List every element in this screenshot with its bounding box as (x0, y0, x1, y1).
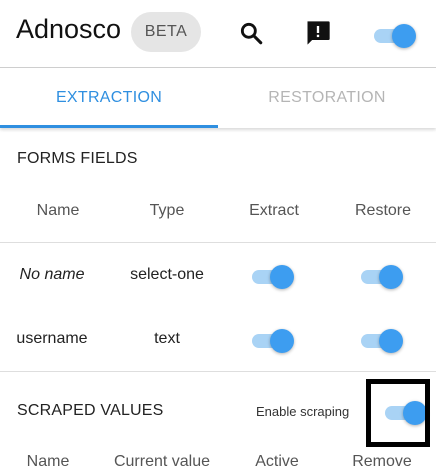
active-tab-indicator (0, 125, 218, 128)
enable-scraping-label: Enable scraping (256, 404, 350, 419)
app-header: Adnosco BETA (0, 0, 436, 68)
toggle-thumb (379, 265, 403, 289)
toggle-thumb (270, 265, 294, 289)
column-header-current-value: Current value (113, 453, 211, 470)
column-header-remove: Remove (352, 453, 412, 470)
toggle-thumb (379, 329, 403, 353)
search-button[interactable] (236, 18, 266, 48)
restore-toggle[interactable] (359, 261, 403, 293)
forms-fields-title: FORMS FIELDS (17, 150, 138, 167)
app-title: Adnosco (16, 14, 122, 44)
table-divider (0, 242, 436, 243)
field-type: text (154, 330, 180, 347)
restore-toggle[interactable] (359, 325, 403, 357)
section-divider (0, 371, 436, 372)
extract-toggle[interactable] (250, 325, 294, 357)
field-name: username (16, 330, 88, 347)
column-header-name: Name (26, 453, 70, 470)
search-icon (240, 22, 263, 45)
column-header-name: Name (36, 202, 80, 219)
toggle-thumb (270, 329, 294, 353)
column-header-active: Active (255, 453, 299, 470)
feedback-icon (307, 21, 330, 45)
column-header-type: Type (149, 202, 185, 219)
tab-restoration[interactable]: RESTORATION (218, 68, 436, 128)
tab-extraction[interactable]: EXTRACTION (0, 68, 218, 128)
master-toggle[interactable] (372, 20, 416, 52)
scraped-values-title: SCRAPED VALUES (17, 402, 164, 419)
beta-badge: BETA (131, 12, 201, 52)
field-type: select-one (130, 266, 204, 283)
field-name: No name (19, 266, 85, 283)
toggle-thumb (392, 24, 416, 48)
extract-toggle[interactable] (250, 261, 294, 293)
feedback-button[interactable] (303, 18, 333, 48)
tab-bar: EXTRACTION RESTORATION (0, 68, 436, 128)
highlight-box (366, 379, 430, 447)
column-header-restore: Restore (354, 202, 412, 219)
column-header-extract: Extract (249, 202, 299, 219)
